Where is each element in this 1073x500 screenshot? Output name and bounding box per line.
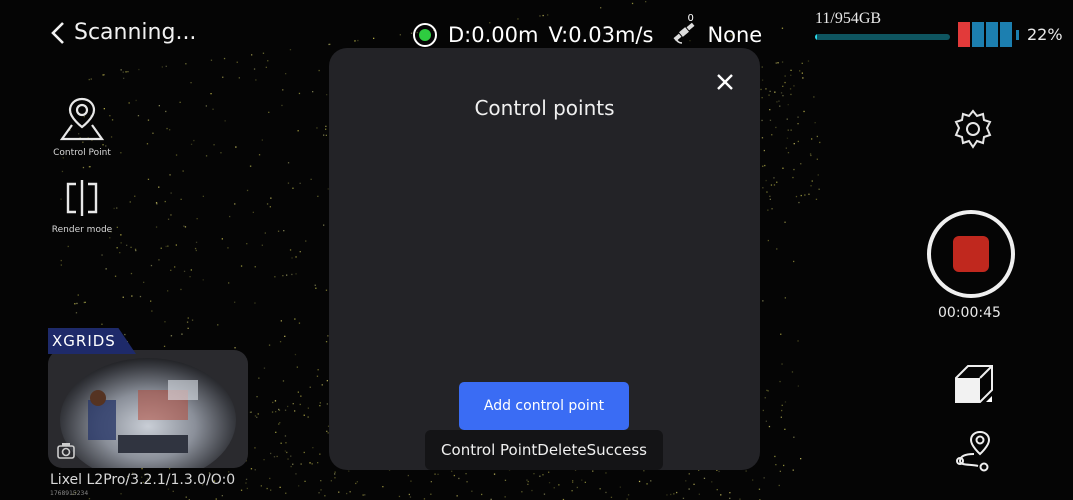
recording-timer: 00:00:45 <box>938 305 1001 321</box>
render-mode-label: Render mode <box>51 225 113 235</box>
battery-percent: 22% <box>1027 25 1063 44</box>
chevron-left-icon <box>51 21 64 44</box>
split-view-icon <box>66 180 98 216</box>
device-info-caption: Lixel L2Pro/3.2.1/1.3.0/O:0 <box>50 472 236 488</box>
xgrids-logo: XGRIDS <box>48 328 136 354</box>
battery-nub <box>1016 29 1019 40</box>
control-point-tool-button[interactable]: Control Point <box>48 95 116 158</box>
battery-indicator: 22% <box>958 22 1063 47</box>
distance-readout: D:0.00m <box>448 22 539 47</box>
velocity-readout: V:0.03m/s <box>548 22 654 47</box>
camera-icon[interactable] <box>56 442 76 460</box>
camera-preview[interactable]: XGRIDS <box>48 328 248 468</box>
dialog-title: Control points <box>474 96 615 120</box>
scanning-status-label: Scanning... <box>74 20 197 45</box>
render-mode-tool-button[interactable]: Render mode <box>48 178 116 235</box>
stop-recording-button[interactable] <box>926 209 1016 299</box>
add-control-point-button[interactable]: Add control point <box>459 382 629 430</box>
cube-view-icon[interactable] <box>952 362 996 406</box>
battery-cell <box>1000 22 1012 47</box>
battery-cell <box>986 22 998 47</box>
route-location-icon[interactable] <box>952 428 996 472</box>
storage-label: 11/954GB <box>815 10 882 27</box>
back-button[interactable]: Scanning... <box>50 20 196 45</box>
device-serial: 1768915234 <box>50 490 89 497</box>
motion-status: D:0.00m V:0.03m/s 0 None <box>412 13 763 50</box>
battery-cell <box>972 22 984 47</box>
stop-icon <box>953 236 989 272</box>
control-points-dialog: Control points Add control point <box>329 48 760 470</box>
gnss-count: 0 <box>687 13 694 24</box>
map-pin-icon <box>59 97 105 141</box>
toast-message: Control PointDeleteSuccess <box>425 430 663 470</box>
close-icon[interactable] <box>716 73 734 91</box>
gear-icon[interactable] <box>952 108 994 150</box>
fisheye-image <box>48 350 248 468</box>
control-point-label: Control Point <box>53 148 111 158</box>
storage-indicator: 11/954GB <box>815 10 950 40</box>
gnss-status: None <box>707 22 763 47</box>
recording-indicator-icon <box>413 22 437 47</box>
battery-icon <box>958 22 1019 47</box>
storage-bar-fill <box>815 34 817 40</box>
storage-bar <box>815 34 950 40</box>
battery-cell <box>958 22 970 47</box>
